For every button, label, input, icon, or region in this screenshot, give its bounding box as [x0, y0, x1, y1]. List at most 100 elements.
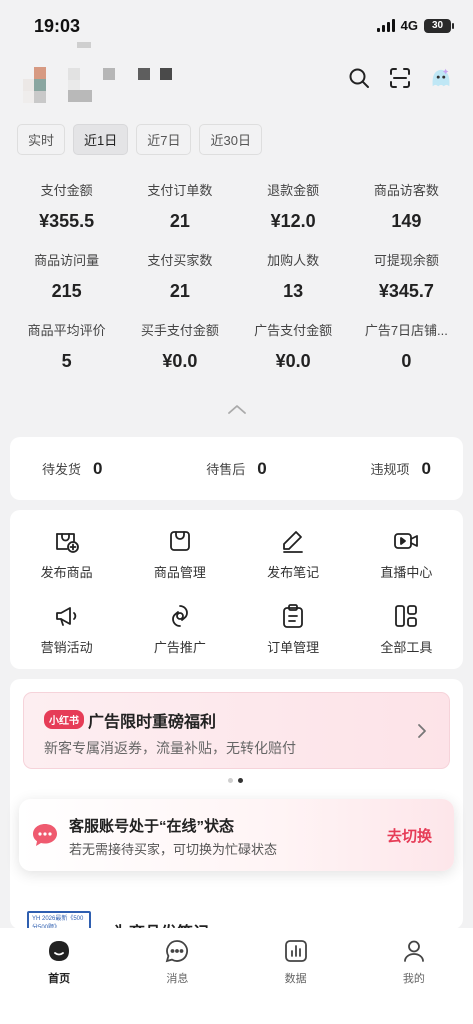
stat-value: 21: [169, 281, 190, 301]
tool-label: 直播中心: [380, 565, 433, 580]
stat-product-views[interactable]: 商品访问量 215: [10, 250, 123, 302]
stat-ad-7day-shop[interactable]: 广告7日店铺... 0: [350, 320, 463, 372]
stat-label: 可提现余额: [373, 253, 439, 268]
todo-label: 待售后: [206, 461, 246, 477]
stat-value: ¥355.5: [39, 211, 95, 231]
stat-avg-rating[interactable]: 商品平均评价 5: [10, 320, 123, 372]
carousel-dots: [228, 778, 243, 783]
tab-last-7-days[interactable]: 近7日: [136, 124, 192, 155]
status-bar: 19:03 4G 30: [0, 0, 473, 46]
tool-publish-note[interactable]: 发布笔记: [237, 527, 350, 594]
todo-card: 待发货 0 待售后 0 违规项 0: [10, 437, 463, 500]
promo-title: 广告限时重磅福利: [88, 714, 217, 731]
search-icon[interactable]: [347, 66, 371, 90]
tab-last-1-day[interactable]: 近1日: [73, 124, 129, 155]
stat-withdrawable-balance[interactable]: 可提现余额 ¥345.7: [350, 250, 463, 302]
service-status-toast: 客服账号处于“在线”状态 若无需接待买家，可切换为忙碌状态 去切换: [19, 799, 454, 871]
tab-messages[interactable]: 消息: [118, 928, 236, 1024]
carousel-dot: [228, 778, 233, 783]
network-type: 4G: [400, 18, 418, 33]
switch-status-button[interactable]: 去切换: [387, 825, 432, 846]
tool-publish-product[interactable]: 发布商品: [10, 527, 123, 594]
tool-product-management[interactable]: 商品管理: [123, 527, 236, 594]
status-indicators: 4G 30: [376, 18, 454, 33]
bottom-tab-bar: 首页 消息 数据 我的: [0, 928, 473, 1024]
status-time: 19:03: [34, 16, 81, 36]
todo-label: 待发货: [42, 461, 82, 477]
stat-value: ¥12.0: [270, 211, 316, 231]
stat-label: 广告支付金额: [254, 323, 333, 338]
carousel-dot-active: [238, 778, 243, 783]
stat-label: 加购人数: [267, 253, 320, 268]
tab-label: 首页: [48, 973, 71, 985]
bag-icon: [166, 527, 194, 555]
toast-title: 客服账号处于“在线”状态: [69, 818, 235, 835]
signal-icon: [376, 19, 395, 32]
stat-label: 支付订单数: [147, 183, 213, 198]
stat-payment-amount[interactable]: 支付金额 ¥355.5: [10, 180, 123, 232]
tab-label: 数据: [284, 973, 307, 985]
tab-profile[interactable]: 我的: [355, 928, 473, 1024]
stat-label: 商品平均评价: [27, 323, 106, 338]
stat-value: 215: [51, 281, 82, 301]
battery-icon: 30: [424, 18, 454, 33]
stat-value: ¥0.0: [162, 351, 198, 371]
todo-count: 0: [93, 458, 103, 478]
megaphone-icon: [53, 602, 81, 630]
tab-last-30-days[interactable]: 近30日: [199, 124, 262, 155]
stat-product-visitors[interactable]: 商品访客数 149: [350, 180, 463, 232]
stat-label: 退款金额: [267, 183, 320, 198]
stat-label: 支付买家数: [147, 253, 213, 268]
tool-marketing[interactable]: 营销活动: [10, 602, 123, 669]
stat-payment-orders[interactable]: 支付订单数 21: [123, 180, 236, 232]
tab-home[interactable]: 首页: [0, 928, 118, 1024]
stat-refund-amount[interactable]: 退款金额 ¥12.0: [237, 180, 350, 232]
tool-label: 营销活动: [40, 640, 93, 655]
stat-value: 5: [61, 351, 72, 371]
promo-banner[interactable]: 小红书 广告限时重磅福利 新客专属消返券，流量补贴，无转化赔付: [23, 692, 450, 769]
tool-all-tools[interactable]: 全部工具: [350, 602, 463, 669]
tool-live-center[interactable]: 直播中心: [350, 527, 463, 594]
tool-label: 发布商品: [40, 565, 93, 580]
assistant-avatar-icon[interactable]: [429, 66, 453, 90]
promo-subtitle: 新客专属消返券，流量补贴，无转化赔付: [44, 740, 296, 756]
stat-label: 广告7日店铺...: [364, 323, 448, 338]
stat-value: 0: [401, 351, 412, 371]
tab-label: 我的: [402, 973, 425, 985]
stat-paying-buyers[interactable]: 支付买家数 21: [123, 250, 236, 302]
publish-product-icon: [53, 527, 81, 555]
tool-label: 发布笔记: [267, 565, 320, 580]
stat-label: 商品访问量: [34, 253, 100, 268]
todo-count: 0: [421, 458, 431, 478]
stat-label: 支付金额: [40, 183, 93, 198]
header-actions: [347, 66, 453, 90]
clipboard-icon: [279, 602, 307, 630]
brand-badge: 小红书: [44, 710, 84, 729]
stat-value: 13: [283, 281, 304, 301]
stat-value: ¥0.0: [275, 351, 311, 371]
todo-violations[interactable]: 违规项 0: [371, 459, 431, 479]
chevron-up-icon[interactable]: [228, 404, 246, 414]
stat-buyer-agent-payment[interactable]: 买手支付金额 ¥0.0: [123, 320, 236, 372]
live-camera-icon: [392, 527, 420, 555]
tab-realtime[interactable]: 实时: [17, 124, 66, 155]
tab-data[interactable]: 数据: [237, 928, 355, 1024]
tools-card: 发布商品 商品管理 发布笔记 直播中心 营销活动 广告推广 订单管理 全部工具: [10, 510, 463, 669]
stat-value: 21: [169, 211, 190, 231]
note-thumbnail: YH 2026最新《500分500题》: [27, 911, 91, 929]
stat-ad-payment[interactable]: 广告支付金额 ¥0.0: [237, 320, 350, 372]
tool-ad-promotion[interactable]: 广告推广: [123, 602, 236, 669]
stat-value: ¥345.7: [378, 281, 434, 301]
stat-value: 149: [391, 211, 422, 231]
period-tabs: 实时 近1日 近7日 近30日: [17, 124, 262, 155]
todo-pending-shipment[interactable]: 待发货 0: [42, 459, 102, 479]
tool-label: 订单管理: [267, 640, 320, 655]
tool-order-management[interactable]: 订单管理: [237, 602, 350, 669]
profile-icon: [401, 938, 427, 964]
todo-pending-aftersale[interactable]: 待售后 0: [206, 459, 266, 479]
tab-label: 消息: [166, 973, 189, 985]
tool-label: 全部工具: [380, 640, 433, 655]
toast-subtitle: 若无需接待买家，可切换为忙碌状态: [69, 842, 278, 857]
scan-icon[interactable]: [388, 66, 412, 90]
stat-add-to-cart[interactable]: 加购人数 13: [237, 250, 350, 302]
